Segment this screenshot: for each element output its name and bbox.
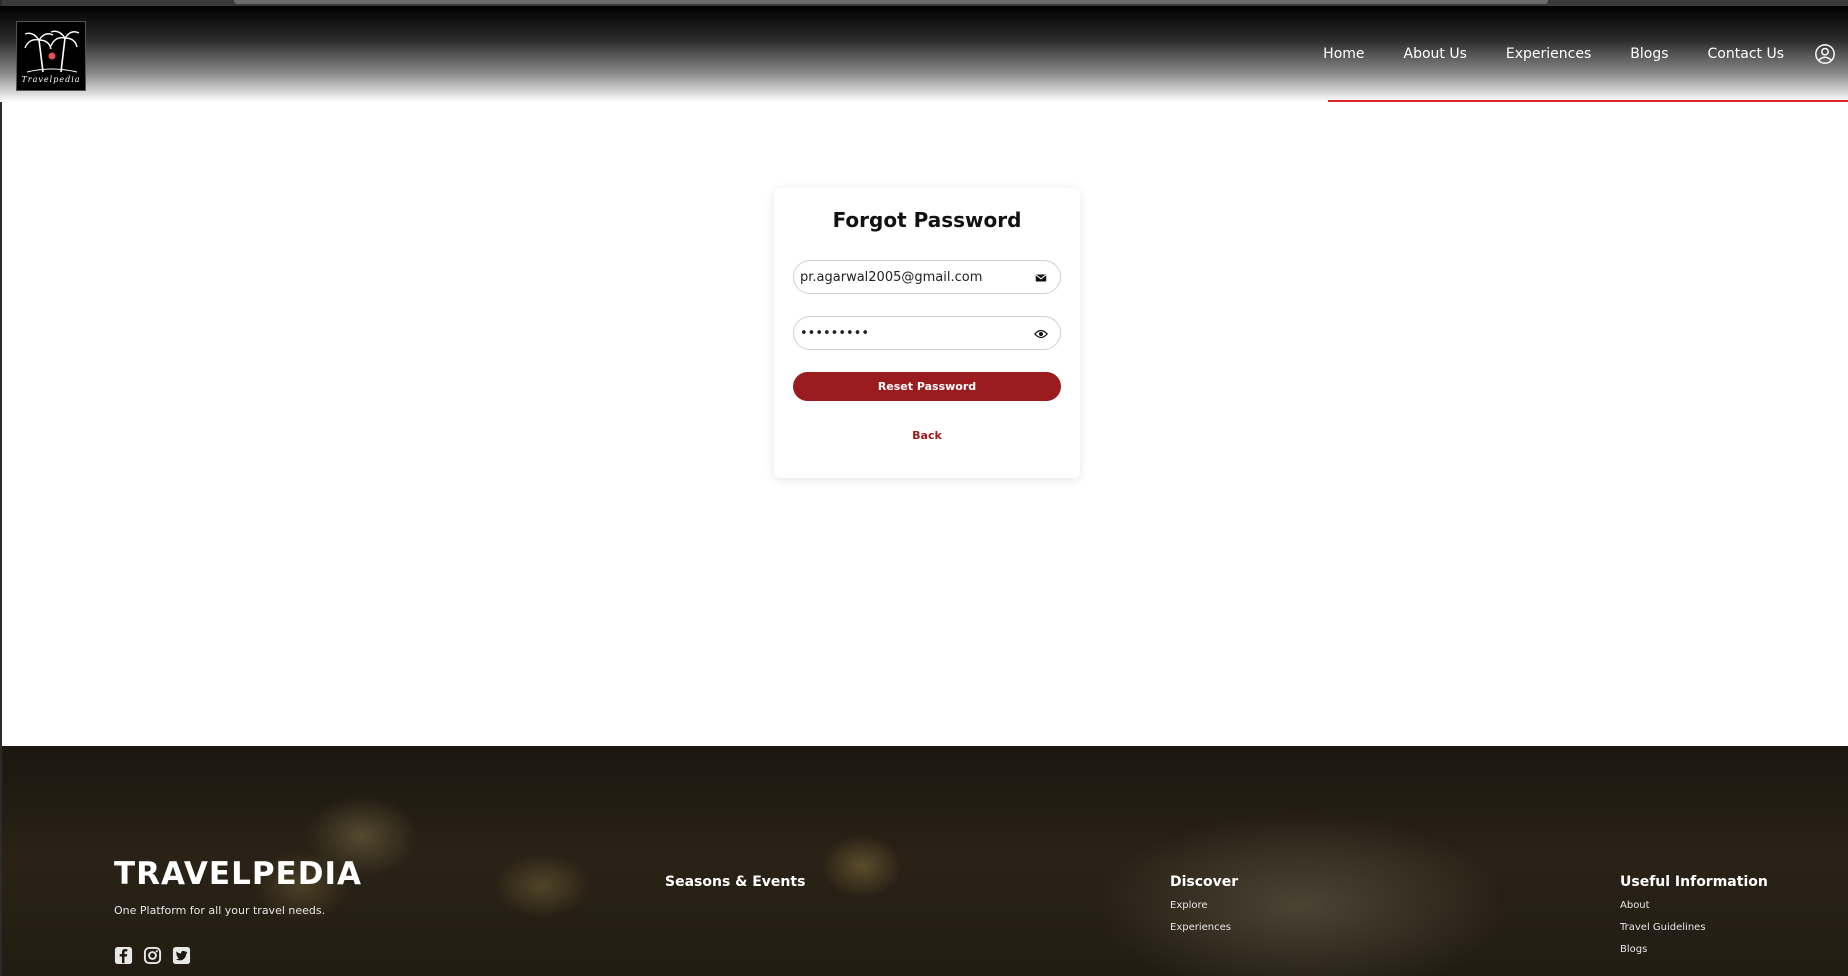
- site-header: Travelpedia Home About Us Experiences Bl…: [0, 6, 1848, 102]
- instagram-icon[interactable]: [143, 946, 162, 965]
- back-link[interactable]: Back: [774, 429, 1080, 442]
- form-title: Forgot Password: [832, 208, 1022, 232]
- site-logo[interactable]: Travelpedia: [16, 21, 86, 91]
- user-circle-icon[interactable]: [1814, 43, 1836, 65]
- footer-tagline: One Platform for all your travel needs.: [114, 904, 326, 917]
- facebook-icon[interactable]: [114, 946, 133, 965]
- nav-blogs[interactable]: Blogs: [1630, 46, 1668, 62]
- password-input[interactable]: [800, 317, 1020, 349]
- eye-icon[interactable]: [1034, 327, 1048, 341]
- footer-link-about[interactable]: About: [1620, 900, 1768, 911]
- site-footer: TRAVELPEDIA One Platform for all your tr…: [2, 746, 1848, 976]
- forgot-password-card: Forgot Password Reset Password Back: [774, 188, 1080, 478]
- footer-heading-useful-information: Useful Information: [1620, 874, 1768, 890]
- email-input[interactable]: [800, 261, 1020, 293]
- password-field[interactable]: [793, 316, 1061, 350]
- social-links: [114, 946, 191, 965]
- nav-experiences[interactable]: Experiences: [1506, 46, 1591, 62]
- envelope-icon: [1035, 274, 1047, 282]
- main-nav: Home About Us Experiences Blogs Contact …: [1323, 6, 1848, 102]
- footer-link-travel-guidelines[interactable]: Travel Guidelines: [1620, 922, 1768, 933]
- reset-password-button[interactable]: Reset Password: [793, 372, 1061, 401]
- footer-heading-seasons-events: Seasons & Events: [665, 874, 806, 890]
- footer-column-seasons-events: Seasons & Events: [665, 874, 805, 900]
- logo-text: Travelpedia: [21, 75, 81, 84]
- footer-column-discover: Discover Explore Experiences: [1170, 874, 1238, 944]
- nav-home[interactable]: Home: [1323, 46, 1364, 62]
- footer-link-blogs[interactable]: Blogs: [1620, 944, 1768, 955]
- nav-about-us[interactable]: About Us: [1404, 46, 1467, 62]
- footer-column-useful-information: Useful Information About Travel Guidelin…: [1620, 874, 1768, 966]
- footer-link-explore[interactable]: Explore: [1170, 900, 1238, 911]
- nav-contact-us[interactable]: Contact Us: [1708, 46, 1784, 62]
- scrollbar-track: [234, 0, 1548, 4]
- footer-brand-title: TRAVELPEDIA: [114, 856, 362, 892]
- nav-active-underline: [1328, 100, 1848, 102]
- email-field[interactable]: [793, 260, 1061, 294]
- footer-heading-discover: Discover: [1170, 874, 1239, 890]
- footer-link-experiences[interactable]: Experiences: [1170, 922, 1238, 933]
- twitter-icon[interactable]: [172, 946, 191, 965]
